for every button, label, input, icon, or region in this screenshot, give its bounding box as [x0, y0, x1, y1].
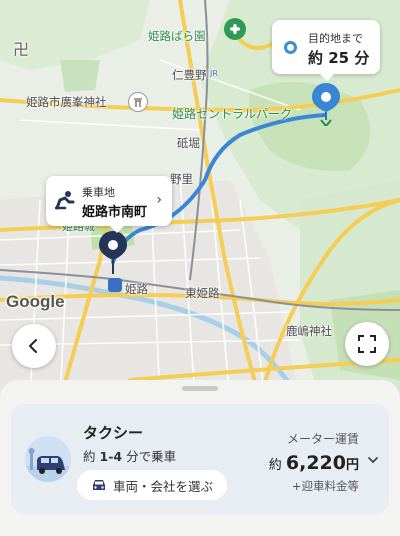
- pickup-place: 姫路市南町: [82, 205, 148, 220]
- map-view[interactable]: 姫路ばら園 卍 姫路市廣峯神社 仁豊野 JR 姫路セントラルパーク 砥堀 野里 …: [0, 0, 400, 400]
- train-station-icon: [108, 278, 122, 292]
- chevron-down-icon[interactable]: [367, 454, 379, 466]
- poi-central-park[interactable]: 姫路セントラルパーク: [172, 105, 292, 122]
- poi-hiromine-shrine[interactable]: 姫路市廣峯神社: [26, 94, 107, 110]
- shrine-gate-icon: [128, 92, 148, 112]
- area-nozato: 野里: [170, 172, 193, 186]
- fare-label: メーター運賃: [286, 432, 359, 446]
- service-name: タクシー: [83, 424, 144, 442]
- jr-station-icon: JR: [210, 69, 218, 78]
- destination-ring-icon: [284, 41, 297, 54]
- taxi-car-icon: [25, 436, 71, 482]
- area-toori: 砥堀: [177, 136, 200, 150]
- destination-time: 約 25 分: [308, 49, 370, 67]
- poi-kashima-shrine[interactable]: 鹿嶋神社: [286, 323, 332, 339]
- fare-prefix: 約: [268, 458, 282, 473]
- pickup-label: 乗車地: [82, 186, 115, 199]
- fare-amount: 6,220: [285, 452, 346, 474]
- area-nibuno: 仁豊野: [172, 68, 207, 82]
- fullscreen-button[interactable]: [345, 322, 389, 366]
- destination-label: 目的地まで: [308, 32, 363, 45]
- eta-range: 1-4: [99, 449, 123, 464]
- fare-note: +迎車料金等: [291, 479, 359, 493]
- fare-value: 約 6,220円: [269, 452, 359, 474]
- passenger-seat-icon: [54, 190, 75, 214]
- pickup-callout[interactable]: 乗車地 姫路市南町 ›: [46, 176, 172, 233]
- bottom-sheet[interactable]: タクシー 約 1-4 分で乗車 車両・会社を選ぶ メーター運賃 約 6,220円…: [0, 380, 400, 536]
- chevron-right-icon: ›: [156, 192, 162, 208]
- temple-icon: 卍: [13, 40, 30, 59]
- fullscreen-icon: [358, 335, 376, 353]
- choose-button-label: 車両・会社を選ぶ: [112, 478, 213, 494]
- car-icon: [92, 480, 105, 490]
- station-higashi-himeji: 東姫路: [185, 286, 220, 300]
- destination-pin-icon[interactable]: [311, 82, 341, 130]
- poi-himeji-rose-garden[interactable]: 姫路ばら園: [148, 28, 206, 44]
- station-himeji: 姫路: [125, 282, 148, 296]
- google-logo: Google: [6, 292, 65, 311]
- eta-suffix: 分で乗車: [126, 449, 177, 464]
- pickup-pin-icon[interactable]: [98, 230, 128, 280]
- back-button[interactable]: [12, 324, 56, 368]
- taxi-option-card[interactable]: タクシー 約 1-4 分で乗車 車両・会社を選ぶ メーター運賃 約 6,220円…: [11, 404, 389, 514]
- rose-garden-marker-icon[interactable]: [224, 18, 246, 40]
- sheet-drag-handle[interactable]: [182, 386, 218, 391]
- eta-prefix: 約: [83, 449, 96, 464]
- destination-callout[interactable]: 目的地まで 約 25 分: [272, 20, 380, 81]
- fare-currency: 円: [345, 458, 359, 473]
- choose-vehicle-company-button[interactable]: 車両・会社を選ぶ: [77, 470, 227, 500]
- chevron-left-icon: [29, 339, 37, 353]
- pickup-eta: 約 1-4 分で乗車: [83, 446, 176, 465]
